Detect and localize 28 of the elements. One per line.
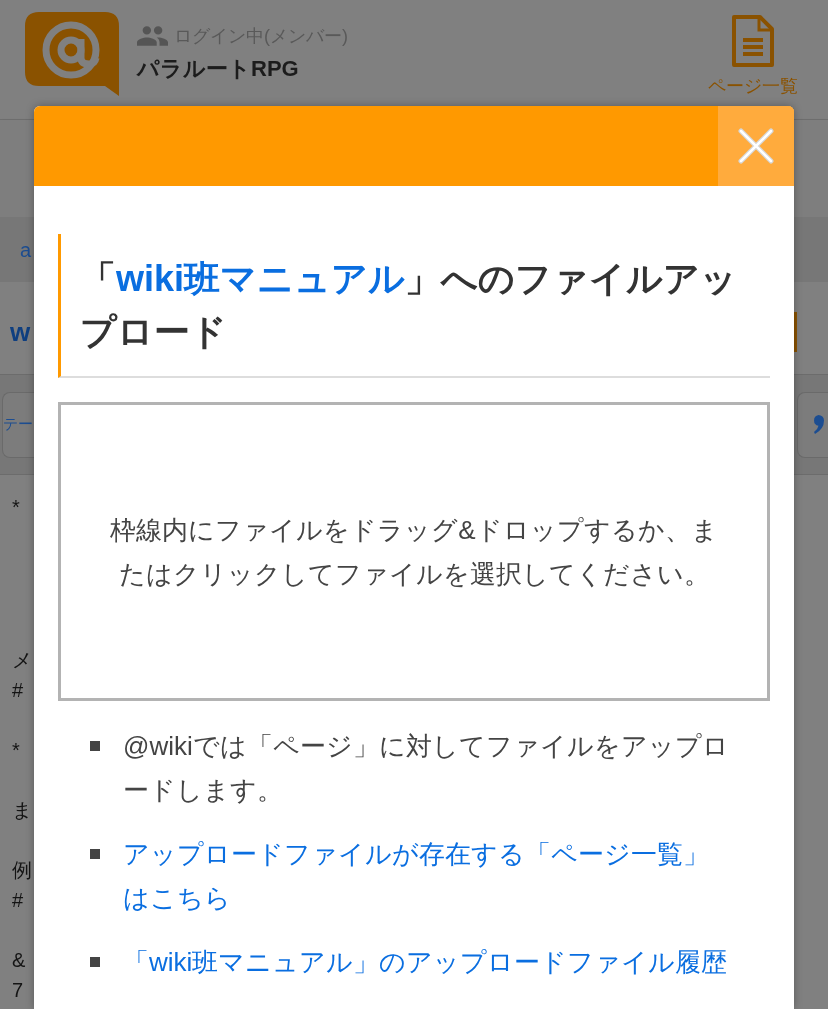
page-text: * [12,495,20,520]
at-sign-logo-icon[interactable] [25,12,119,96]
note-link[interactable]: 「wiki班マニュアル」のアップロードファイル履歴 [123,940,733,984]
page-text: 7 [12,978,24,1003]
document-icon [732,15,774,67]
page-link[interactable]: wiki班マニュアル [116,258,406,299]
page-text: & [12,948,26,973]
close-button[interactable] [718,106,794,186]
page-text: メ [12,648,32,673]
comma-icon [813,415,824,434]
bullet-icon [90,741,100,751]
bullet-icon [90,957,100,967]
bullet-icon [90,849,100,859]
site-name[interactable]: パラルートRPG [137,55,348,83]
people-icon [137,26,168,46]
toolbar-button[interactable] [797,391,828,458]
page-text: * [12,738,20,763]
note-link[interactable]: アップロードファイルが存在する「ページ一覧」はこちら [123,832,733,920]
page-title-link[interactable]: w [10,316,31,348]
file-drop-zone[interactable]: 枠線内にファイルをドラッグ&ドロップするか、またはクリックしてファイルを選択してください。 [58,402,770,701]
page-text: # [12,678,24,703]
dialog-title: 「wiki班マニュアル」へのファイルアップロード [58,234,770,378]
page-text: # [12,888,24,913]
button-edge[interactable] [794,312,797,352]
page-text: ま [12,798,32,823]
note-text: @wikiでは「ページ」に対してファイルをアップロードします。 [123,730,730,807]
close-icon [738,128,774,164]
page-text: 例 [12,858,32,883]
